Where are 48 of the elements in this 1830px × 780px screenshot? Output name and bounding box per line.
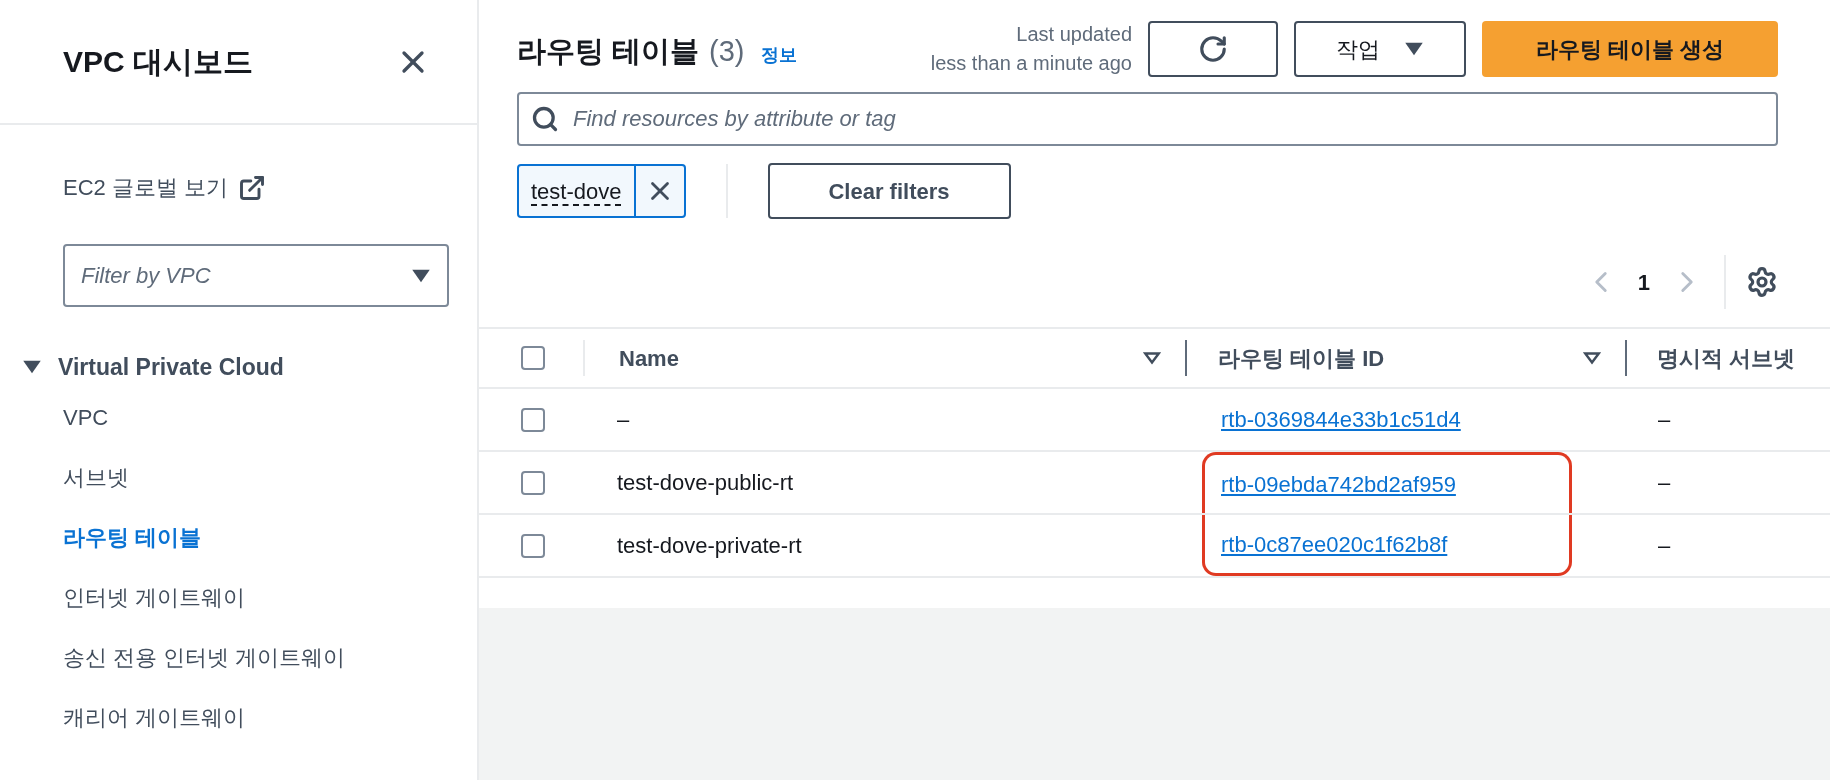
table-cell: test-dove-private-rt [617, 533, 802, 558]
row-checkbox[interactable] [521, 346, 545, 370]
vpc-filter-placeholder: Filter by VPC [81, 262, 211, 290]
clear-filters-button[interactable]: Clear filters [767, 163, 1011, 219]
page-title: 라우팅 테이블 [517, 34, 700, 69]
column-header[interactable]: 명시적 서브넷 [1657, 345, 1796, 371]
page-number[interactable]: 1 [1637, 265, 1650, 299]
row-checkbox[interactable] [521, 533, 545, 558]
column-header[interactable]: 라우팅 테이블 ID [1218, 341, 1385, 375]
table-cell: test-dove-public-rt [617, 470, 794, 495]
last-updated-text: Last updated [1016, 22, 1132, 47]
sort-icon[interactable] [1143, 351, 1161, 365]
sort-icon[interactable] [1583, 351, 1601, 365]
search-icon [531, 105, 559, 133]
last-updated-text: less than a minute ago [930, 51, 1132, 76]
sidebar-item[interactable]: VPC [22, 387, 477, 447]
info-link[interactable]: 정보 [760, 42, 797, 69]
sidebar-item[interactable]: 라우팅 테이블 [22, 507, 477, 567]
route-table-id-link[interactable]: rtb-09ebda742bd2af959 [1221, 467, 1456, 501]
route-table-id-link[interactable]: rtb-0c87ee020c1f62b8f [1221, 527, 1448, 561]
table-cell: – [1658, 407, 1671, 432]
expand-triangle-icon [22, 359, 42, 375]
sidebar-item[interactable]: 송신 전용 인터넷 게이트웨이 [22, 627, 477, 687]
item-count: (3) [709, 34, 745, 69]
sidebar-item[interactable]: 서브넷 [22, 447, 477, 507]
settings-icon[interactable] [1746, 266, 1778, 298]
column-header[interactable]: Name [619, 341, 679, 375]
external-link-icon [238, 173, 267, 202]
vpc-filter-select[interactable]: Filter by VPC [63, 244, 449, 307]
search-field[interactable]: Find resources by attribute or tag [517, 92, 1778, 146]
refresh-button[interactable] [1148, 21, 1278, 77]
table-cell: – [1658, 470, 1671, 495]
caret-icon [1404, 41, 1424, 57]
refresh-icon [1198, 34, 1228, 64]
external-link[interactable]: EC2 글로벌 보기 [63, 171, 447, 204]
table-cell: – [617, 407, 630, 432]
caret-icon [411, 267, 431, 284]
row-checkbox[interactable] [521, 470, 545, 495]
sidebar-item[interactable]: 캐리어 게이트웨이 [22, 687, 477, 747]
sidebar-title: VPC 대시보드 [63, 44, 254, 80]
table-cell: – [1658, 533, 1671, 558]
create-button[interactable]: 라우팅 테이블 생성 [1482, 21, 1778, 77]
actions-button[interactable]: 작업 [1294, 21, 1466, 77]
sidebar-item[interactable]: 인터넷 게이트웨이 [22, 567, 477, 627]
filter-token-label[interactable]: test-dove [519, 166, 634, 216]
row-checkbox[interactable] [521, 407, 545, 432]
route-table-id-link[interactable]: rtb-0369844e33b1c51d4 [1221, 403, 1461, 436]
section-toggle[interactable]: Virtual Private Cloud [22, 347, 477, 387]
